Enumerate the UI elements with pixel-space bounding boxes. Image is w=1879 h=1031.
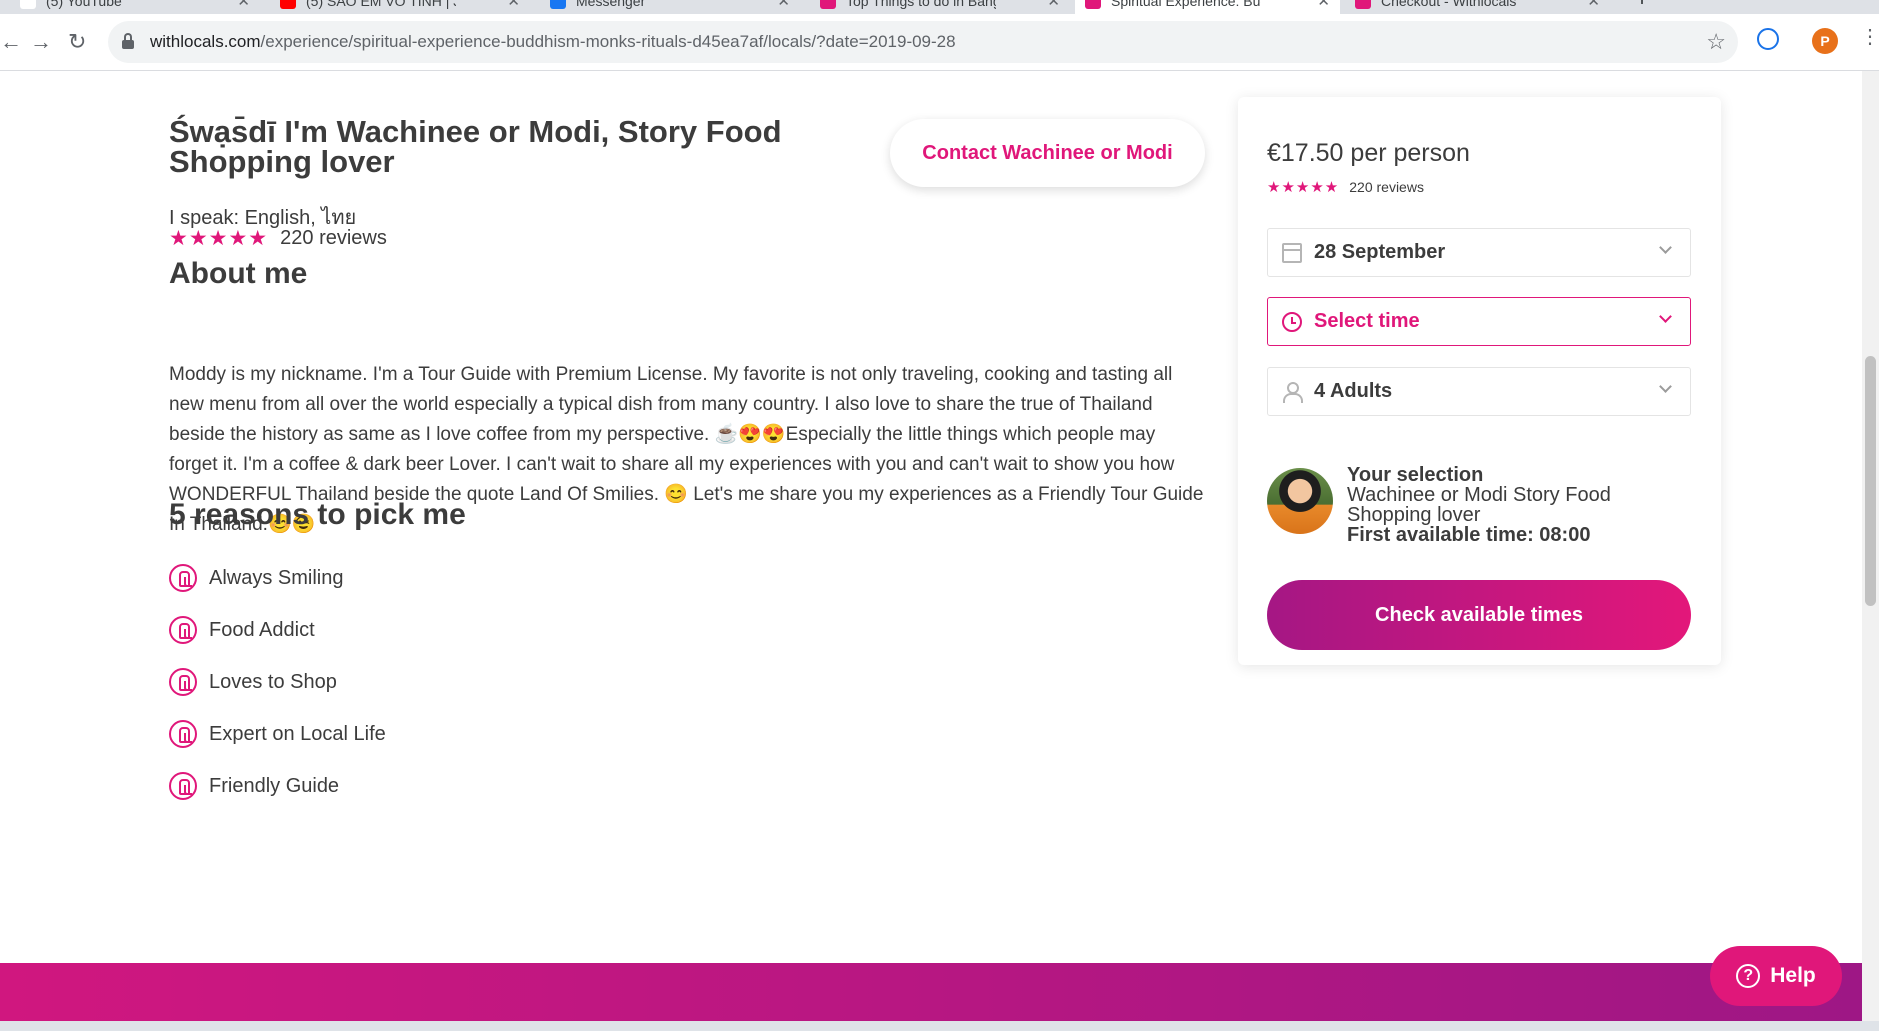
page-viewport: Śwạs̄dī I'm Wachinee or Modi, Story Food…	[0, 71, 1879, 1021]
chevron-down-icon	[1659, 310, 1672, 323]
selection-name: Wachinee or Modi Story Food Shopping lov…	[1347, 484, 1611, 526]
guests-value: 4 Adults	[1314, 380, 1393, 402]
price-per-person: €17.50 per person	[1267, 139, 1470, 167]
tab-strip: (5) YouTube ✕ (5) SAO EM VÔ TÌNH | JA ✕ …	[0, 0, 1879, 14]
reload-icon[interactable]: ↻	[68, 28, 86, 56]
tab-title: (5) YouTube	[46, 0, 122, 9]
selection-title: Your selection	[1347, 464, 1484, 486]
help-button[interactable]: ? Help	[1710, 946, 1842, 1006]
review-count[interactable]: 220 reviews	[280, 227, 387, 250]
reasons-list: Always Smiling Food Addict Loves to Shop…	[169, 552, 386, 812]
first-available-time: First available time: 08:00	[1347, 524, 1591, 546]
date-value: 28 September	[1314, 241, 1446, 263]
os-taskbar	[0, 1021, 1879, 1031]
hand-badge-icon	[169, 564, 197, 592]
youtube-favicon	[280, 0, 296, 9]
time-placeholder: Select time	[1314, 310, 1420, 332]
person-icon	[1282, 381, 1303, 403]
help-label: Help	[1770, 964, 1816, 987]
date-select[interactable]: 28 September	[1267, 228, 1691, 277]
tab-title: Messenger	[576, 0, 646, 9]
address-bar[interactable]: withlocals.com/experience/spiritual-expe…	[108, 21, 1738, 63]
tab-top-things-bangkok[interactable]: Top Things to do in Bangkok ✕	[810, 0, 1070, 14]
back-arrow-icon[interactable]: ←	[0, 28, 22, 56]
withlocals-favicon	[1355, 0, 1371, 9]
chevron-down-icon	[1659, 241, 1672, 254]
close-icon[interactable]: ✕	[1587, 0, 1600, 10]
tab-title: Spiritual Experience: Buddhis	[1111, 0, 1261, 9]
url-text[interactable]: withlocals.com/experience/spiritual-expe…	[150, 32, 956, 52]
list-item: Expert on Local Life	[169, 708, 386, 760]
guests-select[interactable]: 4 Adults	[1267, 367, 1691, 416]
rating-stars-icon: ★★★★★	[1267, 179, 1340, 196]
profile-avatar[interactable]: P	[1812, 28, 1838, 54]
tab-title: (5) SAO EM VÔ TÌNH | JA	[306, 0, 456, 9]
time-select[interactable]: Select time	[1267, 297, 1691, 346]
host-title: Śwạs̄dī I'm Wachinee or Modi, Story Food…	[169, 114, 782, 179]
chevron-down-icon	[1659, 380, 1672, 393]
booking-card: €17.50 per person ★★★★★ 220 reviews 28 S…	[1238, 97, 1721, 665]
host-rating: ★★★★★ 220 reviews	[169, 226, 387, 251]
new-tab-icon[interactable]: +	[1625, 0, 1659, 12]
withlocals-favicon	[820, 0, 836, 9]
hand-badge-icon	[169, 720, 197, 748]
lock-icon	[122, 33, 134, 49]
card-rating: ★★★★★ 220 reviews	[1267, 178, 1424, 196]
rating-stars-icon: ★★★★★	[169, 227, 269, 250]
review-count[interactable]: 220 reviews	[1349, 179, 1424, 195]
question-icon: ?	[1736, 964, 1761, 988]
react-devtools-icon[interactable]	[1757, 28, 1779, 50]
scrollbar-thumb[interactable]	[1865, 356, 1876, 606]
about-heading: About me	[169, 257, 308, 290]
tab-title: Checkout - Withlocals	[1381, 0, 1517, 9]
tab-youtube[interactable]: (5) YouTube ✕	[10, 0, 260, 14]
close-icon[interactable]: ✕	[1317, 0, 1330, 10]
facebook-favicon	[550, 0, 566, 9]
more-menu-icon[interactable]: ⋮	[1860, 24, 1879, 49]
close-icon[interactable]: ✕	[507, 0, 520, 10]
list-item: Always Smiling	[169, 552, 386, 604]
calendar-icon	[1282, 242, 1302, 263]
youtube-favicon	[20, 0, 36, 9]
footer-band	[0, 963, 1862, 1021]
list-item: Loves to Shop	[169, 656, 386, 708]
close-icon[interactable]: ✕	[237, 0, 250, 10]
tab-title: Top Things to do in Bangkok	[846, 0, 996, 9]
tab-spiritual-experience[interactable]: Spiritual Experience: Buddhis ✕	[1075, 0, 1340, 14]
host-avatar	[1267, 468, 1333, 534]
star-icon[interactable]: ☆	[1706, 29, 1726, 55]
contact-host-button[interactable]: Contact Wachinee or Modi	[890, 119, 1205, 187]
reasons-heading: 5 reasons to pick me	[169, 498, 466, 531]
tab-checkout[interactable]: Checkout - Withlocals ✕	[1345, 0, 1610, 14]
close-icon[interactable]: ✕	[1047, 0, 1060, 10]
hand-badge-icon	[169, 668, 197, 696]
clock-icon	[1282, 311, 1302, 332]
check-available-times-button[interactable]: Check available times	[1267, 580, 1691, 650]
your-selection: Your selection Wachinee or Modi Story Fo…	[1347, 465, 1677, 545]
browser-toolbar: ← → ↻ withlocals.com/experience/spiritua…	[0, 14, 1879, 71]
hand-badge-icon	[169, 772, 197, 800]
close-icon[interactable]: ✕	[777, 0, 790, 10]
hand-badge-icon	[169, 616, 197, 644]
tab-messenger[interactable]: Messenger ✕	[540, 0, 800, 14]
withlocals-favicon	[1085, 0, 1101, 9]
forward-arrow-icon[interactable]: →	[30, 28, 52, 56]
list-item: Friendly Guide	[169, 760, 386, 812]
tab-sao-em[interactable]: (5) SAO EM VÔ TÌNH | JA ✕	[270, 0, 530, 14]
page-scrollbar[interactable]	[1862, 71, 1879, 1021]
list-item: Food Addict	[169, 604, 386, 656]
